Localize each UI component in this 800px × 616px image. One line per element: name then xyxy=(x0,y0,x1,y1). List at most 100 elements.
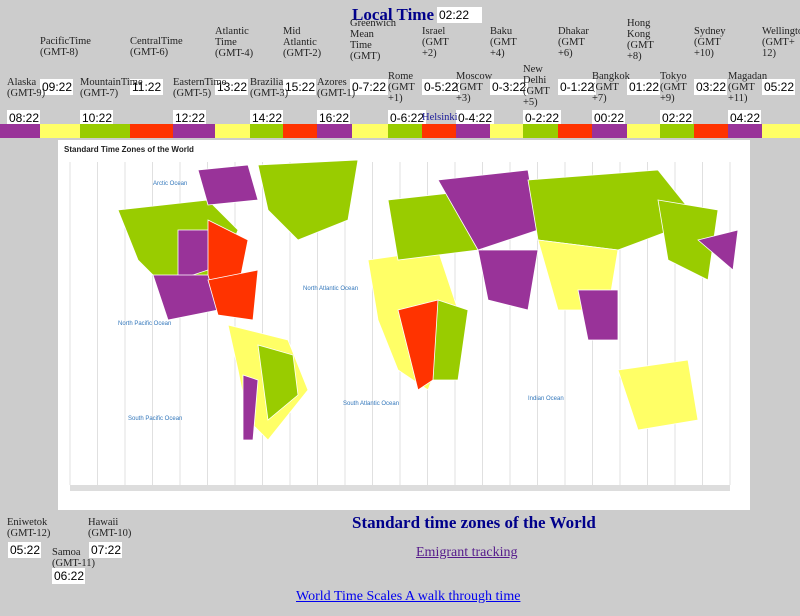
zone-time-field[interactable]: 07:22 xyxy=(89,542,122,558)
helsinki-link[interactable]: Helsinki xyxy=(422,112,458,123)
zone-time-field[interactable]: 0-1:22 xyxy=(558,79,596,95)
zone-time-field[interactable]: 05:22 xyxy=(8,542,41,558)
zone-label: Wellington(GMT+12) xyxy=(762,26,800,59)
zone-label-line: EasternTime xyxy=(173,77,227,88)
zone-label-line: Magadan xyxy=(728,71,768,82)
color-bar-segment xyxy=(0,124,40,138)
zone-label-line: Israel xyxy=(422,26,446,37)
zone-label: Eniwetok (GMT-12) xyxy=(7,517,50,539)
zone-label-line: Tokyo xyxy=(660,71,687,82)
zone-label-line: CentralTime xyxy=(130,36,183,47)
zone-label-line: Delhi xyxy=(523,75,547,86)
zone-label-line: (GMT xyxy=(660,82,687,93)
zone-label-line: Hawaii xyxy=(88,517,119,528)
zone-label-line: PacificTime xyxy=(40,36,91,47)
zone-label-line: +5) xyxy=(523,97,538,108)
zone-label-line: Time xyxy=(350,40,372,51)
zone-label: Atlantic Time (GMT-4) xyxy=(215,26,253,59)
zone-time-field[interactable]: 01:22 xyxy=(627,79,660,95)
color-bar-segment xyxy=(728,124,762,138)
zone-label: Tokyo (GMT +9) xyxy=(660,71,687,104)
zone-label: Greenwich Mean Time (GMT) xyxy=(350,18,396,62)
zone-label-line: (GMT xyxy=(456,82,483,93)
zone-label-line: Sydney xyxy=(694,26,726,37)
zone-time-field[interactable]: 0-7:22 xyxy=(350,79,388,95)
color-bar-segment xyxy=(422,124,456,138)
zone-label-line: Time xyxy=(215,37,237,48)
color-bar-segment xyxy=(215,124,250,138)
zone-label-line: (GMT-8) xyxy=(40,47,79,58)
ocean-label: South Pacific Ocean xyxy=(128,416,182,422)
color-bar-segment xyxy=(660,124,694,138)
zone-label: Magadan (GMT +11) xyxy=(728,71,767,104)
ocean-label: South Atlantic Ocean xyxy=(343,401,399,407)
map-title: Standard Time Zones of the World xyxy=(64,145,194,154)
zone-label-line: (GMT-12) xyxy=(7,528,51,539)
zone-label-line: (GMT-6) xyxy=(130,47,169,58)
zone-label-line: Azores xyxy=(317,77,347,88)
world-time-scales-link[interactable]: World Time Scales A walk through time xyxy=(296,589,520,605)
zone-label-line: Greenwich xyxy=(350,18,397,29)
color-bar-segment xyxy=(130,124,173,138)
zone-label-line: (GMT xyxy=(422,37,449,48)
zone-label-line: Brazilia xyxy=(250,77,284,88)
landmass xyxy=(197,164,259,206)
zone-label-line: (GMT xyxy=(558,37,585,48)
ocean-label: North Pacific Ocean xyxy=(118,321,171,327)
zone-label: CentralTime (GMT-6) xyxy=(130,36,183,58)
zone-label-line: (GMT) xyxy=(350,51,381,62)
zone-label-line: (GMT-5) xyxy=(173,88,212,99)
zone-label: Mid Atlantic (GMT-2) xyxy=(283,26,321,59)
ocean-label: Arctic Ocean xyxy=(153,181,187,187)
zone-label-line: (GMT xyxy=(388,82,415,93)
zone-label-line: (GMT+ xyxy=(762,37,795,48)
zone-label: New Delhi (GMT +5) xyxy=(523,64,550,108)
zone-label-line: (GMT xyxy=(490,37,517,48)
zone-label-line: 12) xyxy=(762,48,776,59)
color-bar-segment xyxy=(283,124,317,138)
color-bar-segment xyxy=(558,124,592,138)
color-bar-segment xyxy=(80,124,130,138)
color-bar-segment xyxy=(388,124,422,138)
zone-label-line: (GMT-7) xyxy=(80,88,119,99)
color-bar-segment xyxy=(490,124,523,138)
zone-label-line: Kong xyxy=(627,29,651,40)
zone-label: Rome (GMT +1) xyxy=(388,71,415,104)
zone-label-line: (GMT-9) xyxy=(7,88,46,99)
world-time-zone-map: Standard Time Zones of the World Arctic O… xyxy=(58,140,750,510)
map-caption: Standard time zones of the World xyxy=(352,513,596,532)
zone-label: Israel (GMT +2) xyxy=(422,26,449,59)
zone-label: Hong Kong (GMT +8) xyxy=(627,18,654,62)
zone-time-field[interactable]: 06:22 xyxy=(52,568,85,584)
zone-label-line: Mean xyxy=(350,29,374,40)
zone-label: Alaska (GMT-9) xyxy=(7,77,45,99)
color-bar-segment xyxy=(173,124,215,138)
color-bar-segment xyxy=(592,124,627,138)
zone-label: Bangkok (GMT +7) xyxy=(592,71,630,104)
zone-label-line: +9) xyxy=(660,93,675,104)
zone-label-line: Rome xyxy=(388,71,414,82)
zone-label-line: (GMT xyxy=(627,40,654,51)
zone-label-line: (GMT-10) xyxy=(88,528,132,539)
emigrant-tracking-link[interactable]: Emigrant tracking xyxy=(416,545,517,561)
zone-label-line: (GMT-2) xyxy=(283,48,322,59)
zone-label-line: Atlantic xyxy=(283,37,317,48)
zone-label-line: Eniwetok xyxy=(7,517,48,528)
zone-label-line: +7) xyxy=(592,93,607,104)
ocean-label: North Atlantic Ocean xyxy=(303,286,358,292)
zone-label-line: Dhakar xyxy=(558,26,589,37)
zone-label: Brazilia (GMT-3) xyxy=(250,77,288,99)
zone-label: Sydney (GMT +10) xyxy=(694,26,726,59)
landmass xyxy=(242,374,259,441)
zone-label-line: MountainTime xyxy=(80,77,143,88)
color-bar-segment xyxy=(250,124,283,138)
zone-time-field[interactable]: 0-5:22 xyxy=(422,79,460,95)
zone-label-line: Wellington xyxy=(762,26,800,37)
color-bar-segment xyxy=(762,124,800,138)
zone-label: MountainTime (GMT-7) xyxy=(80,77,143,99)
zone-time-field[interactable]: 03:22 xyxy=(694,79,727,95)
ocean-label: Indian Ocean xyxy=(528,396,564,402)
local-time-field[interactable]: 02:22 xyxy=(437,7,482,23)
zone-label-line: Bangkok xyxy=(592,71,630,82)
zone-label: EasternTime (GMT-5) xyxy=(173,77,226,99)
